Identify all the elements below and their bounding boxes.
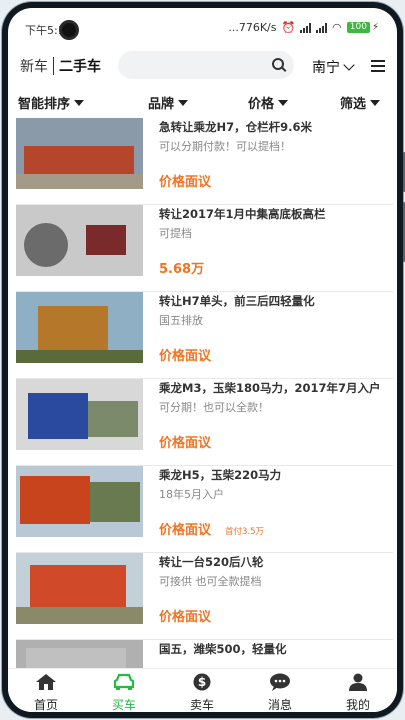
list-item[interactable]: 乘龙M3，玉柴180马力，2017年7月入户 可分期！也可以全款！ 价格面议 [16,379,393,466]
listing-title: 乘龙M3，玉柴180马力，2017年7月入户 [159,381,381,395]
listing-title: 转让一台520后八轮 [159,555,264,569]
signal-icon [316,22,328,33]
list-item[interactable]: 转让H7单头，前三后四轻量化 国五排放 价格面议 [16,292,393,379]
truck-photo [16,379,143,450]
wifi-icon: ◠ [332,21,342,34]
listing-subtitle: 可分期！也可以全款！ [159,401,269,414]
svg-text:$: $ [198,675,206,689]
chevron-down-icon [343,58,355,71]
alarm-icon: ⏰ [281,21,296,34]
battery-icon: 100 ⚡ [346,22,379,33]
listing-price: 价格面议 [159,349,212,364]
signal-icon [300,22,312,33]
nav-sell[interactable]: $ 卖车 [172,673,232,712]
listing-title: 转让H7单头，前三后四轻量化 [159,294,315,308]
city-selector[interactable]: 南宁 [312,57,355,77]
dropdown-arrow-icon [74,99,85,106]
listing-subtitle: 可提档 [159,227,192,240]
car-type-switch: 新车 二手车 [20,56,101,76]
filter-price[interactable]: 价格 [248,93,289,112]
listing-price: 价格面议 [159,175,212,190]
listing-subtitle: 可接供 也可全款提档 [159,575,262,588]
dropdown-arrow-icon [370,99,381,106]
listing-subtitle: 国五排放 [159,314,203,327]
list-item[interactable]: 转让2017年1月中集高底板高栏 可提档 5.68万 [16,205,393,292]
truck-photo [16,118,143,189]
listing-price: 价格面议 [159,523,212,538]
listing-subtitle: 可以分期付款！可以提档！ [159,140,291,153]
filter-brand[interactable]: 品牌 [148,93,189,112]
status-bar: 下午5:18 ...776K/s ⏰ ◠ 100 ⚡ [8,8,397,40]
nav-messages[interactable]: 消息 [250,673,310,712]
screen: 下午5:18 ...776K/s ⏰ ◠ 100 ⚡ 新车 二手车 南宁 智能排… [8,8,397,712]
nav-buy[interactable]: 买车 [94,673,154,712]
list-menu-icon[interactable] [371,60,385,72]
listing-title: 国五，潍柴500，轻量化 [159,642,287,656]
net-speed: ...776K/s [228,21,277,34]
home-icon [36,674,56,690]
dropdown-arrow-icon [178,99,189,106]
city-label: 南宁 [312,60,340,76]
header: 新车 二手车 南宁 [8,46,397,86]
tab-used-car[interactable]: 二手车 [59,56,101,76]
car-icon [113,673,135,690]
listing-title: 乘龙H5，玉柴220马力 [159,468,282,482]
filter-sort[interactable]: 智能排序 [18,93,85,112]
filter-bar: 智能排序 品牌 价格 筛选 [8,88,397,118]
search-icon[interactable] [272,58,284,70]
truck-photo [16,292,143,363]
phone-frame: 下午5:18 ...776K/s ⏰ ◠ 100 ⚡ 新车 二手车 南宁 智能排… [2,2,405,718]
listing-title: 急转让乘龙H7，仓栏杆9.6米 [159,120,312,134]
list-item[interactable]: 转让一台520后八轮 可接供 也可全款提档 价格面议 [16,553,393,640]
user-icon [349,673,367,691]
chat-icon [270,673,290,691]
nav-home[interactable]: 首页 [16,673,76,712]
list-item[interactable]: 急转让乘龙H7，仓栏杆9.6米 可以分期付款！可以提档！ 价格面议 [16,118,393,205]
down-payment: 首付3.5万 [225,527,265,537]
filter-more[interactable]: 筛选 [340,93,381,112]
listing-subtitle: 18年5月入户 [159,488,224,501]
nav-profile[interactable]: 我的 [328,673,388,712]
truck-photo [16,466,143,537]
truck-photo [16,553,143,624]
status-icons: ...776K/s ⏰ ◠ 100 ⚡ [228,21,379,34]
listing-price: 价格面议 [159,436,212,451]
dropdown-arrow-icon [278,99,289,106]
listing-price: 5.68万 [159,262,205,277]
listing-price: 价格面议 [159,610,212,625]
truck-photo [16,205,143,276]
listing-title: 转让2017年1月中集高底板高栏 [159,207,326,221]
bottom-nav: 首页 买车 $ 卖车 消息 我的 [8,668,397,712]
divider [53,57,54,75]
tab-new-car[interactable]: 新车 [20,56,48,76]
search-input[interactable] [118,51,294,79]
list-item[interactable]: 乘龙H5，玉柴220马力 18年5月入户 价格面议 首付3.5万 [16,466,393,553]
dollar-icon: $ [193,673,211,691]
front-camera [59,20,79,40]
